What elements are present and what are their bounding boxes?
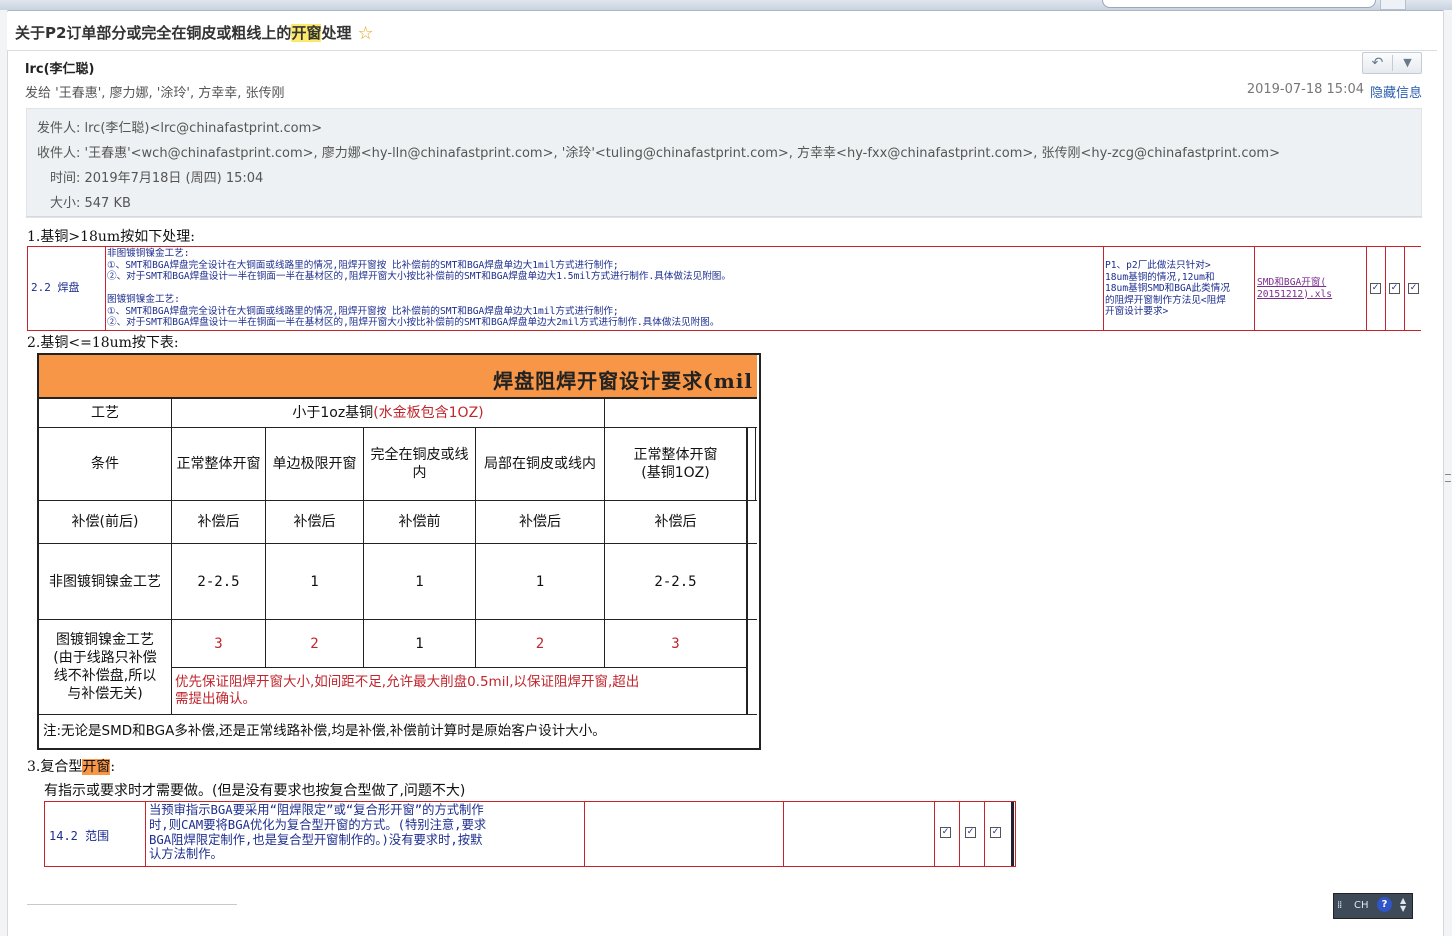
- table-footnote: 注:无论是SMD和BGA多补偿,还是正常线路补偿,均是补偿,补偿前计算时是原始客…: [43, 722, 606, 739]
- process-table-1: 2.2 焊盘 非图镀铜镍金工艺: ①、SMT和BGA焊盘完全设计在大铜面或线路里…: [27, 246, 1421, 331]
- table-cell: 1: [415, 573, 424, 590]
- signature-divider: [27, 904, 237, 905]
- ime-toolbar[interactable]: ⁞⁞ CH ? ▲ ▼: [1333, 893, 1413, 919]
- checkbox[interactable]: ✓: [1370, 283, 1381, 294]
- table-cell: ✓: [960, 802, 985, 866]
- subject-bar: 关于P2订单部分或完全在铜皮或粗线上的开窗处理 ☆: [7, 12, 1437, 51]
- table-cell: 2.2 焊盘: [27, 247, 106, 330]
- row-id: 2.2 焊盘: [31, 281, 80, 294]
- table-cell: 图镀铜镍金工艺 (由于线路只补偿 线不补偿盘,所以 与补偿无关): [53, 632, 157, 702]
- checkbox[interactable]: ✓: [940, 827, 951, 838]
- table-title-bar: 焊盘阻焊开窗设计要求(mil: [39, 355, 757, 399]
- section-2-heading: 2.基铜<=18um按下表:: [27, 335, 179, 351]
- star-icon[interactable]: ☆: [357, 23, 373, 44]
- table-cell: [784, 802, 935, 866]
- top-toolbar-strip: [0, 0, 1452, 11]
- table-cell: 2: [310, 635, 319, 652]
- drag-handle-icon[interactable]: ⁞⁞: [1337, 900, 1342, 911]
- table-cell: 局部在铜皮或线内: [484, 456, 596, 472]
- table-cell: 2-2.5: [654, 573, 697, 590]
- table-cell: 当预审指示BGA要采用“阻焊限定”或“复合形开窗”的方式制作 时,则CAM要将B…: [146, 802, 585, 866]
- recipients-summary: 发给 '王春惠', 廖力娜, '涂玲', 方幸幸, 张传刚: [25, 86, 285, 101]
- heading-highlight: 开窗: [82, 759, 111, 775]
- hide-info-link[interactable]: 隐藏信息: [1370, 82, 1422, 101]
- header-details: 发件人: lrc(李仁聪)<lrc@chinafastprint.com> 收件…: [26, 108, 1422, 218]
- table-cell: 1: [535, 573, 545, 590]
- table-cell: ✓: [1386, 247, 1405, 330]
- table-cell: 补偿后: [197, 514, 240, 530]
- sender-name[interactable]: lrc(李仁聪): [25, 58, 94, 77]
- help-icon[interactable]: ?: [1377, 897, 1392, 912]
- splitter-grip-icon[interactable]: [1445, 474, 1451, 482]
- table-cell: 补偿后: [293, 514, 336, 530]
- row-id: 14.2 范围: [49, 829, 110, 843]
- table-cell: 补偿前: [398, 514, 441, 530]
- section-3-heading: 3.复合型开窗:: [27, 756, 115, 776]
- table-cell: 补偿后: [519, 514, 561, 530]
- process-note: P1、p2厂此做法只针对> 18um基铜的情况,12um和 18um基铜SMD和…: [1105, 260, 1230, 317]
- table-cell: 正常整体开窗 (基铜1OZ): [633, 447, 718, 481]
- message-date: 2019-07-18 15:04: [1246, 82, 1364, 97]
- grid-line: [755, 428, 756, 500]
- checkbox[interactable]: ✓: [965, 827, 976, 838]
- process-text: 非图镀铜镍金工艺: ①、SMT和BGA焊盘完全设计在大铜面或线路里的情况,阻焊开…: [107, 248, 731, 328]
- table-cell: 3: [214, 635, 223, 652]
- table-cell: [585, 802, 784, 866]
- header-text: 小于1oz基铜: [292, 404, 374, 421]
- grid-line: [746, 428, 748, 714]
- table-cell: 完全在铜皮或线内: [370, 447, 469, 481]
- table-cell: 1: [415, 635, 424, 652]
- process-text: 当预审指示BGA要采用“阻焊限定”或“复合形开窗”的方式制作 时,则CAM要将B…: [149, 803, 487, 862]
- table-note-cell: 优先保证阻焊开窗大小,如间距不足,允许最大削盘0.5mil,以保证阻焊开窗,超出…: [175, 674, 640, 707]
- table-cell: 条件: [91, 456, 119, 472]
- table-cell: 补偿(前后): [71, 514, 139, 530]
- action-buttons: ↶ ▼: [1362, 52, 1422, 74]
- table-cell: 3: [671, 635, 680, 652]
- header-cell: 工艺: [91, 404, 119, 421]
- table-title: 焊盘阻焊开窗设计要求(mil: [493, 369, 753, 393]
- checkbox[interactable]: ✓: [1389, 283, 1400, 294]
- to-line: 收件人: '王春惠'<wch@chinafastprint.com>, 廖力娜<…: [37, 146, 1280, 161]
- table-cell: ✓: [935, 802, 960, 866]
- solder-mask-table: 焊盘阻焊开窗设计要求(mil 工艺 小于1oz基铜 (水金板包含1OZ) 条件 正…: [37, 353, 761, 750]
- table-cell: 14.2 范围: [45, 802, 146, 866]
- checkbox[interactable]: ✓: [1408, 283, 1419, 294]
- header-note: (水金板包含1OZ): [373, 404, 484, 421]
- section-3-description: 有指示或要求时才需要做。(但是没有要求也按复合型做了,问题不大): [44, 783, 466, 799]
- table-cell: 单边极限开窗: [272, 456, 357, 472]
- checkbox[interactable]: ✓: [990, 827, 1001, 838]
- process-table-3: 14.2 范围 当预审指示BGA要采用“阻焊限定”或“复合形开窗”的方式制作 时…: [44, 801, 1016, 867]
- time-line: 时间: 2019年7月18日 (周四) 15:04: [50, 171, 264, 186]
- message-header: lrc(李仁聪) 发给 '王春惠', 廖力娜, '涂玲', 方幸幸, 张传刚 2…: [20, 52, 1432, 218]
- table-cell: ✓: [1405, 247, 1420, 330]
- table-cell: 正常整体开窗: [176, 456, 261, 472]
- ime-language-label[interactable]: CH: [1354, 900, 1369, 911]
- table-cell: 补偿后: [654, 514, 697, 530]
- left-pane-edge: [0, 10, 8, 936]
- table-cell: 1: [310, 573, 319, 590]
- spin-arrows-icon[interactable]: ▲ ▼: [1400, 897, 1406, 913]
- table-cell: 2-2.5: [197, 573, 240, 590]
- size-line: 大小: 547 KB: [50, 196, 131, 211]
- divider: [26, 216, 1422, 217]
- reply-icon[interactable]: ↶: [1363, 53, 1392, 73]
- attachment-link[interactable]: SMD和BGA开窗( 20151212).xls: [1257, 277, 1332, 300]
- table-cell: ✓: [1367, 247, 1386, 330]
- search-input[interactable]: [1102, 0, 1376, 8]
- table-cell: SMD和BGA开窗( 20151212).xls: [1255, 247, 1367, 330]
- heading-text: 3.复合型: [27, 759, 83, 775]
- table-cell: P1、p2厂此做法只针对> 18um基铜的情况,12um和 18um基铜SMD和…: [1104, 247, 1255, 330]
- heading-colon: :: [110, 759, 116, 775]
- from-line: 发件人: lrc(李仁聪)<lrc@chinafastprint.com>: [37, 121, 323, 136]
- email-subject: 关于P2订单部分或完全在铜皮或粗线上的开窗处理 ☆: [15, 23, 374, 44]
- table-cell: 非图镀铜镍金工艺: ①、SMT和BGA焊盘完全设计在大铜面或线路里的情况,阻焊开…: [105, 247, 1104, 330]
- right-splitter[interactable]: [1443, 10, 1452, 936]
- chevron-down-icon[interactable]: ▼: [1393, 53, 1422, 73]
- table-cell: ✓: [985, 802, 1014, 866]
- section-1-heading: 1.基铜>18um按如下处理:: [27, 229, 195, 245]
- dropdown-button[interactable]: [1380, 0, 1406, 10]
- table-cell: 2: [535, 635, 545, 652]
- header-cell: 小于1oz基铜 (水金板包含1OZ): [172, 398, 604, 427]
- table-cell: 非图镀铜镍金工艺: [49, 573, 161, 590]
